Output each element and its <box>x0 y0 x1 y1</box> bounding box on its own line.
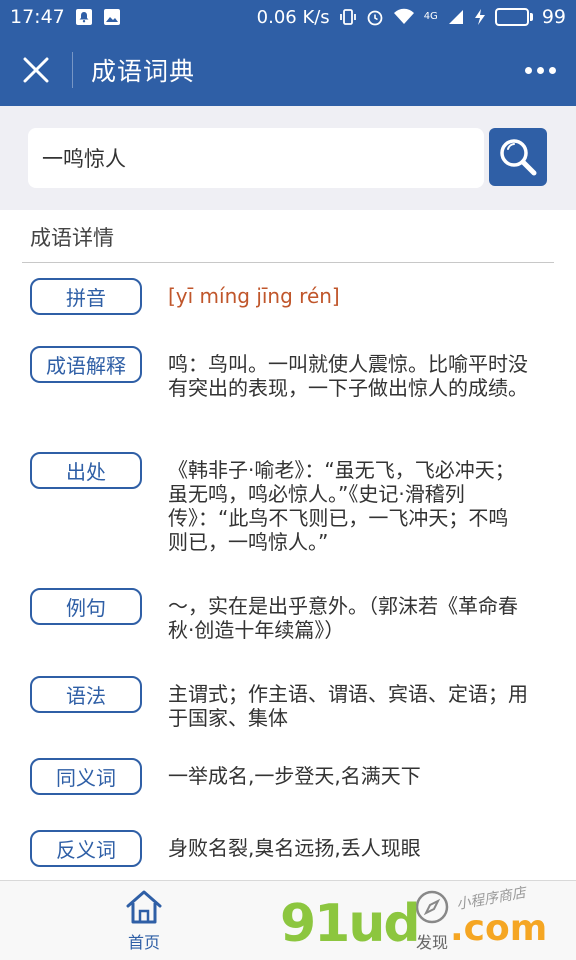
detail-value-source: 《韩非子·喻老》：“虽无飞，飞必冲天；虽无鸣，鸣必惊人。”《史记·滑稽列传》：“… <box>168 458 515 554</box>
tab-home[interactable]: 首页 <box>0 881 288 960</box>
detail-row-example: 例句 ～，实在是出乎意外。（郭沫若《革命春秋·创造十年续篇》） <box>30 588 550 642</box>
detail-label: 拼音 <box>30 278 142 315</box>
detail-label: 成语解释 <box>30 346 142 383</box>
more-dot <box>524 66 532 74</box>
detail-value-synonyms: 一举成名,一步登天,名满天下 <box>168 764 421 788</box>
section-title: 成语详情 <box>30 226 114 250</box>
detail-value-antonyms: 身败名裂,臭名远扬,丢人现眼 <box>168 836 421 860</box>
image-icon <box>103 8 121 26</box>
detail-label: 反义词 <box>30 830 142 867</box>
detail-row-explanation: 成语解释 鸣：鸟叫。一叫就使人震惊。比喻平时没有突出的表现，一下子做出惊人的成绩… <box>30 346 550 400</box>
close-button[interactable] <box>0 34 72 106</box>
status-time: 17:47 <box>10 6 65 28</box>
compass-icon <box>415 890 449 923</box>
tab-bar: 首页 发现 <box>0 880 576 960</box>
more-dot <box>548 66 556 74</box>
search-input[interactable] <box>28 128 484 188</box>
page-title: 成语词典 <box>91 57 196 86</box>
search-button[interactable] <box>489 128 547 186</box>
tab-discover-label: 发现 <box>415 932 448 952</box>
more-button[interactable] <box>504 34 576 106</box>
search-icon <box>500 139 537 176</box>
detail-row-source: 出处 《韩非子·喻老》：“虽无飞，飞必冲天；虽无鸣，鸣必惊人。”《史记·滑稽列传… <box>30 452 550 554</box>
detail-row-grammar: 语法 主谓式；作主语、谓语、宾语、定语；用于国家、集体 <box>30 676 550 730</box>
signal-icon <box>447 8 465 26</box>
detail-value-example: ～，实在是出乎意外。（郭沫若《革命春秋·创造十年续篇》） <box>168 594 518 642</box>
detail-label: 出处 <box>30 452 142 489</box>
signal-type: 4G <box>423 11 438 22</box>
nav-bar: 成语词典 <box>0 34 576 106</box>
charging-icon <box>474 8 486 26</box>
home-icon <box>126 890 162 923</box>
detail-row-pinyin: 拼音 [yī míng jīng rén] <box>30 278 550 315</box>
detail-row-antonyms: 反义词 身败名裂,臭名远扬,丢人现眼 <box>30 830 550 867</box>
tab-discover[interactable]: 发现 <box>288 881 576 960</box>
detail-value-pinyin: [yī míng jīng rén] <box>168 284 340 308</box>
section-divider <box>22 262 554 263</box>
network-speed: 0.06 K/s <box>256 6 330 28</box>
vibrate-icon <box>339 8 357 26</box>
detail-value-explanation: 鸣：鸟叫。一叫就使人震惊。比喻平时没有突出的表现，一下子做出惊人的成绩。 <box>168 352 528 400</box>
close-icon <box>23 57 49 83</box>
search-area <box>0 106 576 210</box>
detail-label: 语法 <box>30 676 142 713</box>
alarm-icon <box>366 8 384 26</box>
detail-value-grammar: 主谓式；作主语、谓语、宾语、定语；用于国家、集体 <box>168 682 528 730</box>
detail-row-synonyms: 同义词 一举成名,一步登天,名满天下 <box>30 758 550 795</box>
tab-home-label: 首页 <box>127 932 160 952</box>
detail-label: 例句 <box>30 588 142 625</box>
detail-label: 同义词 <box>30 758 142 795</box>
more-dot <box>536 66 544 74</box>
battery-percent: 99 <box>541 6 566 28</box>
battery-icon <box>494 8 533 26</box>
status-bar: 17:47 0.06 K/s 4G 99 <box>0 0 576 34</box>
wifi-icon <box>393 8 415 26</box>
notification-icon <box>75 8 93 26</box>
nav-divider <box>72 52 73 88</box>
